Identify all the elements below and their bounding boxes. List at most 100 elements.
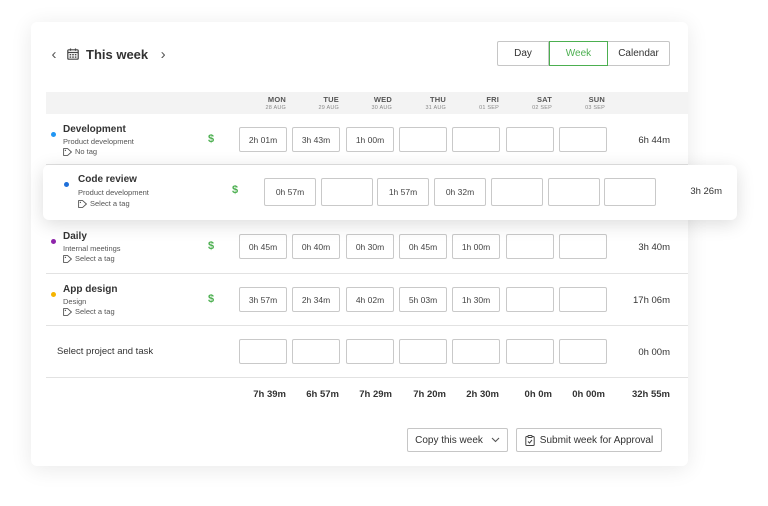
day-total: 2h 30m bbox=[466, 389, 499, 400]
time-entry-cell[interactable]: 0h 45m bbox=[239, 234, 287, 259]
day-name: SUN bbox=[588, 95, 605, 104]
time-entry-cell[interactable]: 3h 57m bbox=[239, 287, 287, 312]
project-color-dot bbox=[51, 292, 56, 297]
time-entry-cell[interactable] bbox=[506, 234, 554, 259]
day-date: 31 AUG bbox=[425, 105, 446, 111]
tag-selector[interactable]: Select a tag bbox=[63, 307, 115, 316]
time-entry-cell[interactable]: 4h 02m bbox=[346, 287, 394, 312]
row-total: 17h 06m bbox=[633, 295, 670, 306]
time-entry-cell[interactable] bbox=[491, 178, 543, 206]
billable-icon[interactable]: $ bbox=[232, 184, 238, 196]
time-entry-cell[interactable]: 2h 01m bbox=[239, 127, 287, 152]
time-entry-cell[interactable] bbox=[559, 339, 607, 364]
row-total: 6h 44m bbox=[638, 135, 670, 146]
row-divider bbox=[46, 377, 688, 378]
row-divider bbox=[46, 325, 688, 326]
time-entry-cell[interactable]: 1h 57m bbox=[377, 178, 429, 206]
tag-icon bbox=[63, 307, 73, 316]
tag-label: Select a tag bbox=[75, 307, 115, 316]
time-entry-cell[interactable] bbox=[399, 339, 447, 364]
copy-week-label: Copy this week bbox=[415, 434, 483, 446]
row-total: 3h 26m bbox=[690, 186, 722, 197]
time-entry-cell[interactable] bbox=[346, 339, 394, 364]
view-day-button[interactable]: Day bbox=[497, 41, 549, 66]
tag-selector[interactable]: No tag bbox=[63, 147, 97, 156]
view-week-button[interactable]: Week bbox=[549, 41, 608, 66]
time-entry-cell[interactable] bbox=[452, 127, 500, 152]
clipboard-icon bbox=[525, 434, 535, 446]
day-total: 7h 29m bbox=[359, 389, 392, 400]
time-entry-cell[interactable]: 5h 03m bbox=[399, 287, 447, 312]
client-name: Product development bbox=[63, 137, 134, 146]
time-entry-cell[interactable] bbox=[604, 178, 656, 206]
view-calendar-button[interactable]: Calendar bbox=[608, 41, 670, 66]
client-name: Internal meetings bbox=[63, 244, 121, 253]
chevron-left-icon[interactable]: ‹ bbox=[47, 46, 61, 63]
day-header-tue: TUE 29 AUG bbox=[289, 95, 339, 111]
page-title: This week bbox=[86, 46, 149, 62]
client-name: Design bbox=[63, 297, 87, 306]
time-entry-cell[interactable] bbox=[559, 127, 607, 152]
time-entry-cell[interactable] bbox=[506, 127, 554, 152]
time-entry-cell[interactable] bbox=[292, 339, 340, 364]
day-header-sun: SUN 03 SEP bbox=[555, 95, 605, 111]
time-entry-cell[interactable]: 0h 30m bbox=[346, 234, 394, 259]
client-name: Product development bbox=[78, 188, 149, 197]
billable-icon[interactable]: $ bbox=[208, 240, 214, 252]
tag-label: Select a tag bbox=[75, 254, 115, 263]
billable-icon[interactable]: $ bbox=[208, 133, 214, 145]
project-name-daily[interactable]: Daily bbox=[63, 231, 87, 242]
day-date: 30 AUG bbox=[371, 105, 392, 111]
calendar-icon[interactable] bbox=[67, 48, 79, 60]
day-header-mon: MON 28 AUG bbox=[236, 95, 286, 111]
time-entry-cell[interactable] bbox=[506, 339, 554, 364]
time-entry-cell[interactable]: 1h 00m bbox=[346, 127, 394, 152]
day-total: 7h 20m bbox=[413, 389, 446, 400]
time-entry-cell[interactable] bbox=[452, 339, 500, 364]
select-project-task[interactable]: Select project and task bbox=[57, 346, 153, 357]
billable-icon[interactable]: $ bbox=[208, 293, 214, 305]
tag-selector[interactable]: Select a tag bbox=[78, 199, 130, 208]
day-total: 0h 0m bbox=[524, 389, 552, 400]
time-entry-cell[interactable]: 0h 45m bbox=[399, 234, 447, 259]
time-entry-cell[interactable] bbox=[239, 339, 287, 364]
project-name-code-review[interactable]: Code review bbox=[78, 174, 137, 185]
day-header-sat: SAT 02 SEP bbox=[502, 95, 552, 111]
time-entry-cell[interactable]: 1h 00m bbox=[452, 234, 500, 259]
project-name-development[interactable]: Development bbox=[63, 124, 126, 135]
row-divider bbox=[46, 273, 688, 274]
time-entry-cell[interactable]: 0h 57m bbox=[264, 178, 316, 206]
day-name: TUE bbox=[323, 95, 339, 104]
copy-week-button[interactable]: Copy this week bbox=[407, 428, 508, 452]
tag-label: No tag bbox=[75, 147, 98, 156]
time-entry-cell[interactable] bbox=[559, 287, 607, 312]
chevron-right-icon[interactable]: › bbox=[156, 46, 170, 63]
project-name-app-design[interactable]: App design bbox=[63, 284, 117, 295]
day-date: 29 AUG bbox=[318, 105, 339, 111]
time-entry-cell[interactable] bbox=[548, 178, 600, 206]
project-color-dot bbox=[64, 182, 69, 187]
time-entry-cell[interactable] bbox=[321, 178, 373, 206]
day-date: 01 SEP bbox=[479, 105, 499, 111]
time-entry-cell[interactable] bbox=[506, 287, 554, 312]
day-name: FRI bbox=[486, 95, 499, 104]
day-total: 7h 39m bbox=[253, 389, 286, 400]
tag-selector[interactable]: Select a tag bbox=[63, 254, 115, 263]
project-color-dot bbox=[51, 239, 56, 244]
time-entry-cell[interactable]: 3h 43m bbox=[292, 127, 340, 152]
time-entry-cell[interactable] bbox=[399, 127, 447, 152]
week-navigator: ‹ This week › bbox=[47, 44, 170, 64]
view-switcher: Day Week Calendar bbox=[497, 41, 670, 66]
project-color-dot bbox=[51, 132, 56, 137]
row-total: 3h 40m bbox=[638, 242, 670, 253]
tag-icon bbox=[63, 254, 73, 263]
submit-approval-label: Submit week for Approval bbox=[539, 434, 654, 446]
submit-approval-button[interactable]: Submit week for Approval bbox=[516, 428, 662, 452]
day-total: 0h 00m bbox=[572, 389, 605, 400]
time-entry-cell[interactable]: 0h 40m bbox=[292, 234, 340, 259]
time-entry-cell[interactable]: 0h 32m bbox=[434, 178, 486, 206]
day-date: 02 SEP bbox=[532, 105, 552, 111]
time-entry-cell[interactable] bbox=[559, 234, 607, 259]
time-entry-cell[interactable]: 1h 30m bbox=[452, 287, 500, 312]
time-entry-cell[interactable]: 2h 34m bbox=[292, 287, 340, 312]
